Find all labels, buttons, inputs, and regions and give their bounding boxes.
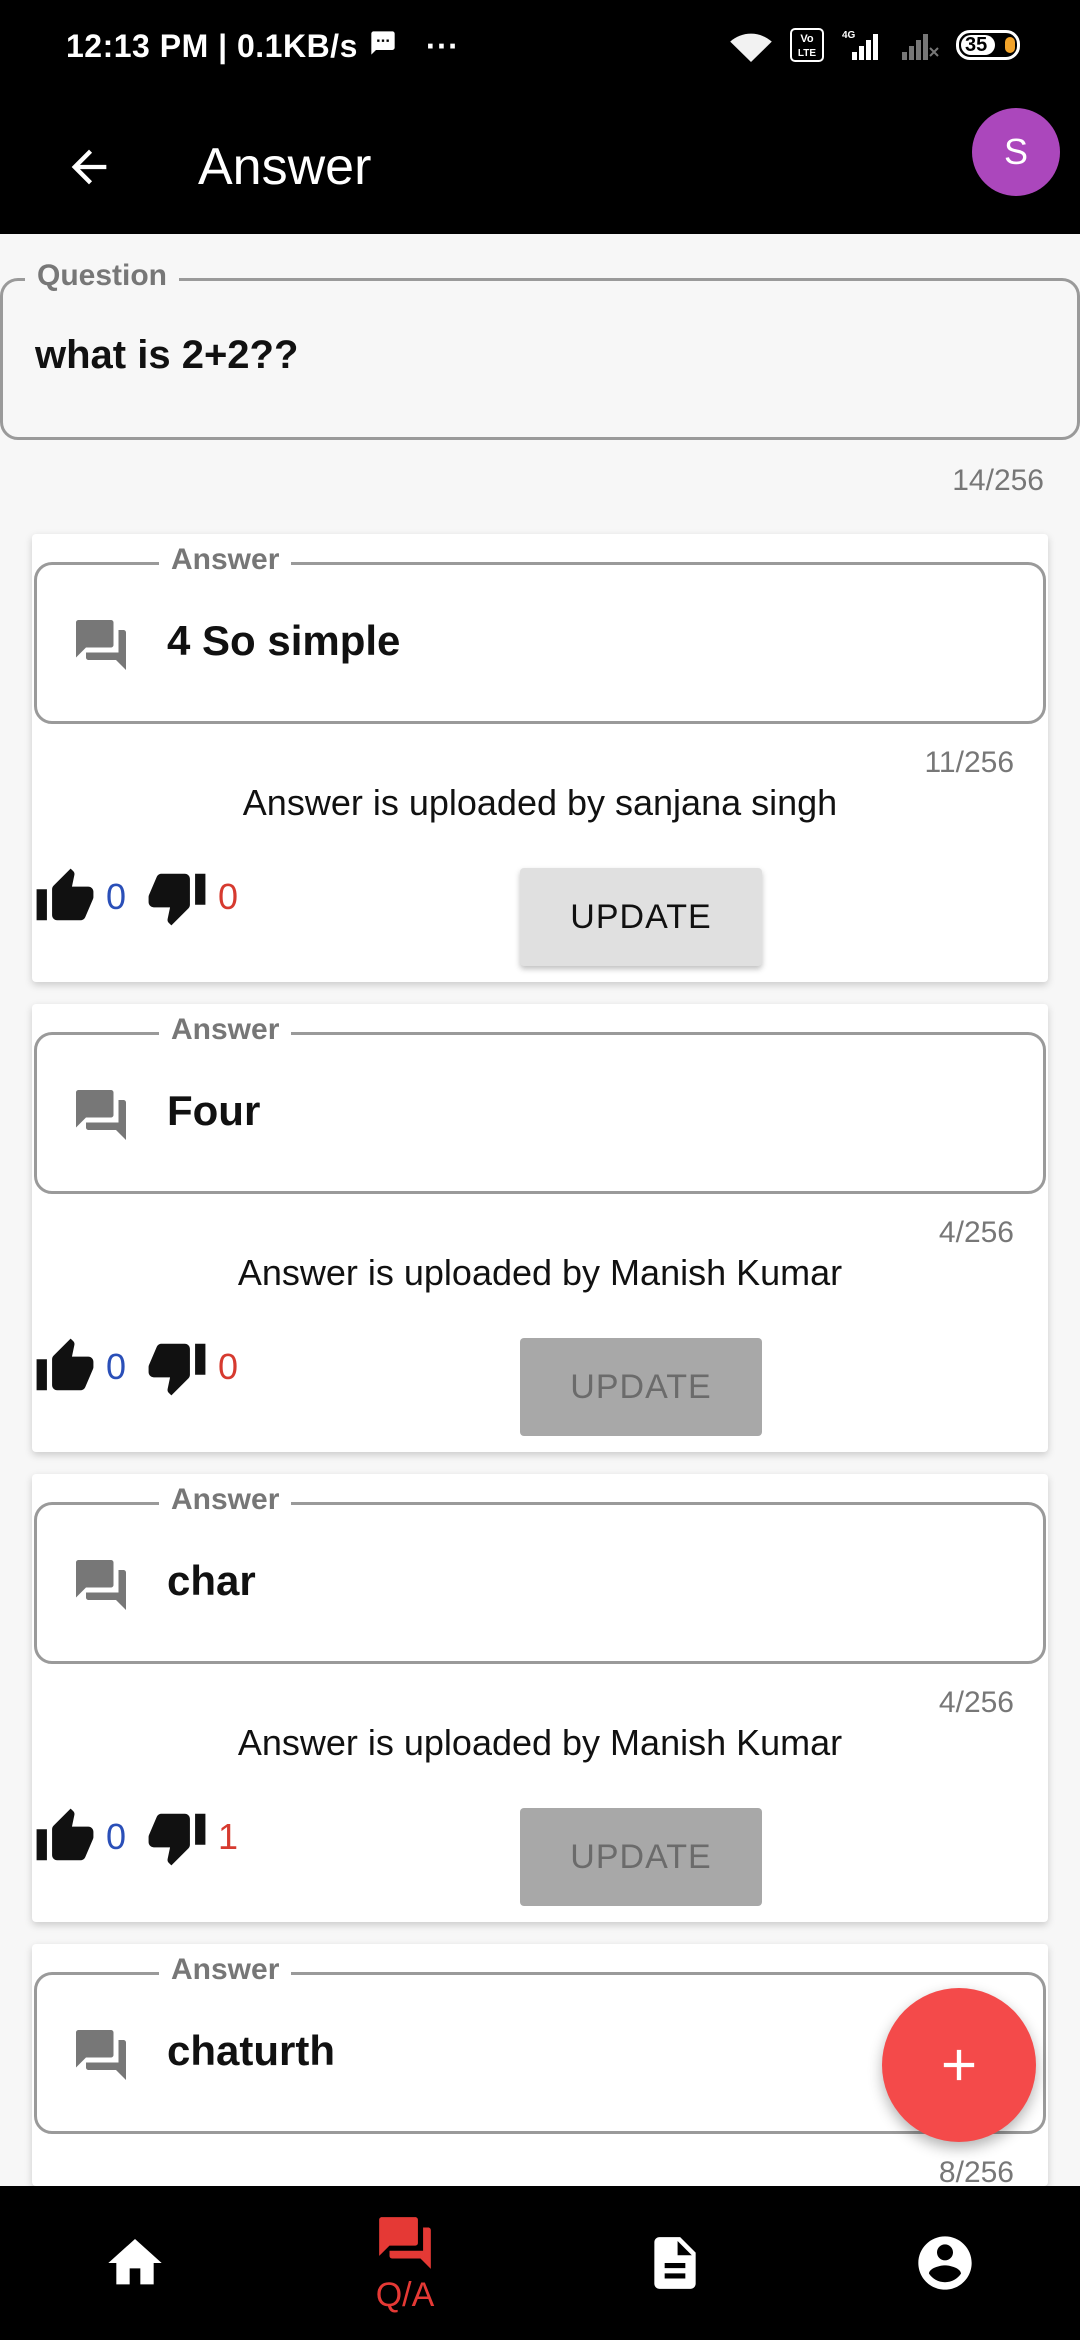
- svg-text:4G: 4G: [842, 30, 856, 41]
- avatar[interactable]: S: [972, 108, 1060, 196]
- forum-icon: [71, 615, 131, 680]
- add-answer-button[interactable]: [882, 1988, 1036, 2142]
- dislike-count: 0: [218, 1346, 239, 1387]
- nav-documents[interactable]: [540, 2186, 810, 2340]
- question-char-counter: 14/256: [952, 464, 1044, 497]
- answer-card: Answer char 4/256 Answer is uploaded by …: [32, 1474, 1048, 1922]
- like-count: 0: [106, 876, 127, 917]
- home-icon: [108, 2239, 162, 2285]
- uploader-text: Answer is uploaded by sanjana singh: [242, 782, 838, 823]
- question-value: what is 2+2??: [35, 333, 299, 377]
- battery-level: 35: [965, 33, 988, 56]
- answer-label: Answer: [159, 1953, 292, 1987]
- volte-icon: Vo LTE: [790, 28, 824, 62]
- answer-value: 4 So simple: [167, 617, 401, 664]
- dislike-count: 1: [218, 1816, 239, 1857]
- answer-field[interactable]: Answer 4 So simple: [34, 543, 1046, 724]
- answer-char-counter: 4/256: [938, 1686, 1014, 1719]
- wifi-icon: [728, 28, 774, 62]
- document-icon: [654, 2237, 696, 2289]
- answer-label: Answer: [159, 1013, 292, 1047]
- like-count: 0: [106, 1816, 127, 1857]
- answer-value: char: [167, 1557, 256, 1604]
- forum-icon: [379, 2216, 431, 2269]
- answer-label: Answer: [159, 543, 292, 577]
- status-time: 12:13 PM | 0.1KB/s: [66, 28, 358, 64]
- svg-text:Vo: Vo: [800, 33, 814, 45]
- answer-char-counter: 4/256: [938, 1216, 1014, 1249]
- thumb-up-icon[interactable]: [32, 1804, 98, 1870]
- uploader-text: Answer is uploaded by Manish Kumar: [237, 1722, 843, 1763]
- status-right: Vo LTE 4G 35: [728, 28, 1020, 62]
- nav-home[interactable]: [0, 2186, 270, 2340]
- update-button[interactable]: UPDATE: [520, 1338, 762, 1436]
- thumb-up-icon[interactable]: [32, 1334, 98, 1400]
- update-button[interactable]: UPDATE: [520, 868, 762, 966]
- nav-qa[interactable]: Q/A: [270, 2186, 540, 2340]
- arrow-back-icon: [71, 149, 107, 185]
- answer-field[interactable]: Answer char: [34, 1483, 1046, 1664]
- status-bar: 12:13 PM | 0.1KB/s ··· Vo LTE 4G 35: [0, 0, 1080, 100]
- like-count: 0: [106, 1346, 127, 1387]
- answer-card: Answer 4 So simple 11/256 Answer is uplo…: [32, 534, 1048, 982]
- app-bar: Answer: [0, 100, 1080, 234]
- vote-bar: 0 1: [32, 1804, 238, 1870]
- update-button[interactable]: UPDATE: [520, 1808, 762, 1906]
- signal-4g-icon: 4G: [840, 28, 884, 62]
- answer-card: Answer Four 4/256 Answer is uploaded by …: [32, 1004, 1048, 1452]
- thumb-down-icon[interactable]: [144, 1804, 210, 1870]
- more-indicator: ···: [425, 28, 460, 64]
- svg-text:LTE: LTE: [798, 48, 816, 59]
- forum-icon: [71, 2025, 131, 2090]
- signal-no-service-icon: [900, 28, 940, 62]
- answer-char-counter: 11/256: [924, 746, 1014, 779]
- question-field[interactable]: Question what is 2+2??: [0, 259, 1080, 440]
- question-label: Question: [25, 259, 180, 293]
- account-icon: [918, 2236, 972, 2290]
- answer-value: chaturth: [167, 2027, 335, 2074]
- battery-icon: 35: [956, 30, 1020, 60]
- answer-char-counter: 8/256: [938, 2156, 1014, 2189]
- bottom-navigation: Q/A: [0, 2186, 1080, 2340]
- vote-bar: 0 0: [32, 1334, 238, 1400]
- back-button[interactable]: [44, 122, 134, 212]
- answer-field[interactable]: Answer Four: [34, 1013, 1046, 1194]
- answer-value: Four: [167, 1087, 261, 1134]
- page-title: Answer: [198, 138, 372, 196]
- vote-bar: 0 0: [32, 864, 238, 930]
- nav-account[interactable]: [810, 2186, 1080, 2340]
- thumb-down-icon[interactable]: [144, 1334, 210, 1400]
- plus-icon: [943, 2049, 975, 2081]
- forum-icon: [71, 1555, 131, 1620]
- answer-label: Answer: [159, 1483, 292, 1517]
- status-left: 12:13 PM | 0.1KB/s ···: [66, 28, 459, 65]
- forum-icon: [71, 1085, 131, 1150]
- thumb-down-icon[interactable]: [144, 864, 210, 930]
- thumb-up-icon[interactable]: [32, 864, 98, 930]
- message-icon: [368, 28, 398, 65]
- dislike-count: 0: [218, 876, 239, 917]
- nav-qa-label: Q/A: [375, 2275, 435, 2314]
- uploader-text: Answer is uploaded by Manish Kumar: [237, 1252, 843, 1293]
